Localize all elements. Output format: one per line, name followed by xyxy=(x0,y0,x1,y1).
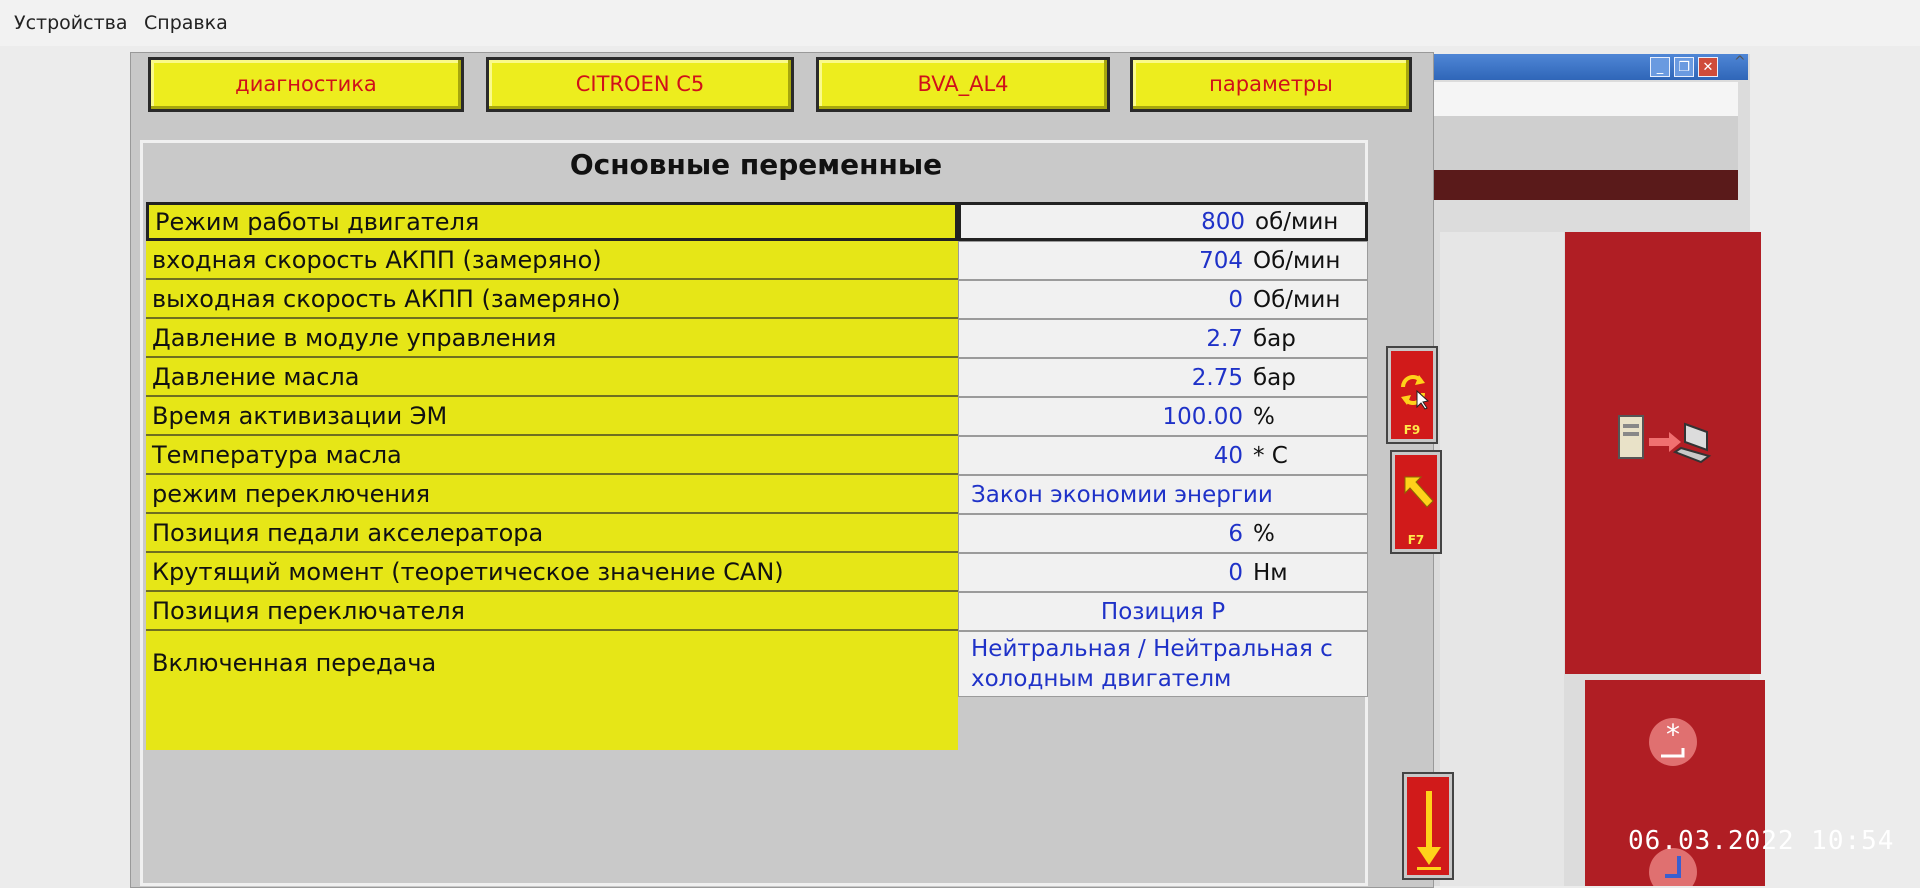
background-header-strip xyxy=(1430,170,1738,200)
value-unit: бар xyxy=(1253,325,1296,352)
parameter-value: 800 об/мин xyxy=(958,202,1368,241)
parameter-label: входная скорость АКПП (замеряно) xyxy=(146,241,958,280)
value-number: 2.75 xyxy=(1191,364,1243,391)
value-unit: бар xyxy=(1253,364,1296,391)
f9-refresh-button[interactable]: F9 xyxy=(1388,348,1436,442)
parameter-value: Нейтральная / Нейтральная с холодным дви… xyxy=(958,631,1368,697)
scroll-up-icon[interactable]: ^ xyxy=(1734,54,1746,70)
table-row: Давление масла 2.75 бар xyxy=(146,358,1380,397)
value-number: 40 xyxy=(1213,442,1243,469)
value-unit: % xyxy=(1253,520,1275,547)
menu-bar: Устройства Справка xyxy=(0,0,1920,46)
value-unit: % xyxy=(1253,403,1275,430)
parameter-label: Температура масла xyxy=(146,436,958,475)
value-unit: Об/мин xyxy=(1253,247,1341,274)
table-row: режим переключения Закон экономии энерги… xyxy=(146,475,1380,514)
parameter-label: Режим работы двигателя xyxy=(146,202,958,241)
value-number: 0 xyxy=(1228,559,1243,586)
close-icon[interactable]: ✕ xyxy=(1698,57,1718,77)
table-row: Давление в модуле управления 2.7 бар xyxy=(146,319,1380,358)
arrow-down-icon xyxy=(1417,791,1441,870)
table-row: Время активизации ЭМ 100.00 % xyxy=(146,397,1380,436)
pc-to-laptop-icon[interactable] xyxy=(1611,402,1721,472)
parameter-value: 704 Об/мин xyxy=(958,241,1368,280)
parameter-value: Закон экономии энергии xyxy=(958,475,1368,514)
refresh-icon xyxy=(1401,375,1430,410)
parameter-label: выходная скорость АКПП (замеряно) xyxy=(146,280,958,319)
background-area xyxy=(1430,116,1738,170)
parameter-value: 40 * C xyxy=(958,436,1368,475)
value-text: Закон экономии энергии xyxy=(971,481,1273,508)
parameter-label: Давление масла xyxy=(146,358,958,397)
menu-help[interactable]: Справка xyxy=(144,12,228,34)
background-sidebar xyxy=(1440,232,1564,886)
parameter-label: Позиция педали акселератора xyxy=(146,514,958,553)
value-text: Позиция P xyxy=(1100,598,1226,625)
value-unit: Об/мин xyxy=(1253,286,1341,313)
vehicle-button[interactable]: CITROEN C5 xyxy=(486,57,794,112)
table-row: Температура масла 40 * C xyxy=(146,436,1380,475)
background-toolbar xyxy=(1430,82,1738,116)
value-unit: об/мин xyxy=(1255,208,1339,235)
parameters-table: Режим работы двигателя 800 об/мин входна… xyxy=(146,202,1380,697)
table-row: входная скорость АКПП (замеряно) 704 Об/… xyxy=(146,241,1380,280)
parameter-value: 100.00 % xyxy=(958,397,1368,436)
parameter-value: 0 Нм xyxy=(958,553,1368,592)
ecu-button[interactable]: BVA_AL4 xyxy=(816,57,1110,112)
fkey-label: F9 xyxy=(1403,423,1421,437)
parameter-label: Позиция переключателя xyxy=(146,592,958,631)
table-row: Режим работы двигателя 800 об/мин xyxy=(146,202,1380,241)
parameter-value: 2.75 бар xyxy=(958,358,1368,397)
value-number: 6 xyxy=(1228,520,1243,547)
side-panel-top xyxy=(1565,232,1761,674)
parameter-label: Время активизации ЭМ xyxy=(146,397,958,436)
minimize-icon[interactable]: _ xyxy=(1650,57,1670,77)
parameter-label: режим переключения xyxy=(146,475,958,514)
parameter-value: 6 % xyxy=(958,514,1368,553)
table-row: выходная скорость АКПП (замеряно) 0 Об/м… xyxy=(146,280,1380,319)
value-unit: Нм xyxy=(1253,559,1288,586)
parameter-value: 0 Об/мин xyxy=(958,280,1368,319)
f7-back-button[interactable]: F7 xyxy=(1392,452,1440,552)
table-row: Позиция переключателя Позиция P xyxy=(146,592,1380,631)
fkey-label: F7 xyxy=(1407,533,1425,547)
panel-title: Основные переменные xyxy=(569,148,943,181)
parameter-label: Крутящий момент (теоретическое значение … xyxy=(146,553,958,592)
value-number: 704 xyxy=(1199,247,1243,274)
parameter-value: 2.7 бар xyxy=(958,319,1368,358)
parameters-button[interactable]: параметры xyxy=(1130,57,1412,112)
value-number: 2.7 xyxy=(1206,325,1243,352)
scroll-down-button[interactable] xyxy=(1404,774,1452,878)
menu-devices[interactable]: Устройства xyxy=(14,12,127,34)
table-row: Крутящий момент (теоретическое значение … xyxy=(146,553,1380,592)
diagnostics-button[interactable]: диагностика xyxy=(148,57,464,112)
label-column-filler xyxy=(146,688,958,750)
value-number: 0 xyxy=(1228,286,1243,313)
parameter-value: Позиция P xyxy=(958,592,1368,631)
value-number: 800 xyxy=(1201,208,1245,235)
parameter-label: Давление в модуле управления xyxy=(146,319,958,358)
svg-text:*: * xyxy=(1666,718,1680,751)
table-row: Позиция педали акселератора 6 % xyxy=(146,514,1380,553)
restore-icon[interactable]: ❐ xyxy=(1674,57,1694,77)
value-unit: * C xyxy=(1253,442,1288,469)
arrow-up-left-icon xyxy=(1404,476,1434,508)
star-return-icon[interactable]: * xyxy=(1647,716,1699,772)
photo-timestamp: 06.03.2022 10:54 xyxy=(1628,826,1895,856)
value-text: Нейтральная / Нейтральная с холодным дви… xyxy=(971,636,1333,692)
value-number: 100.00 xyxy=(1162,403,1243,430)
